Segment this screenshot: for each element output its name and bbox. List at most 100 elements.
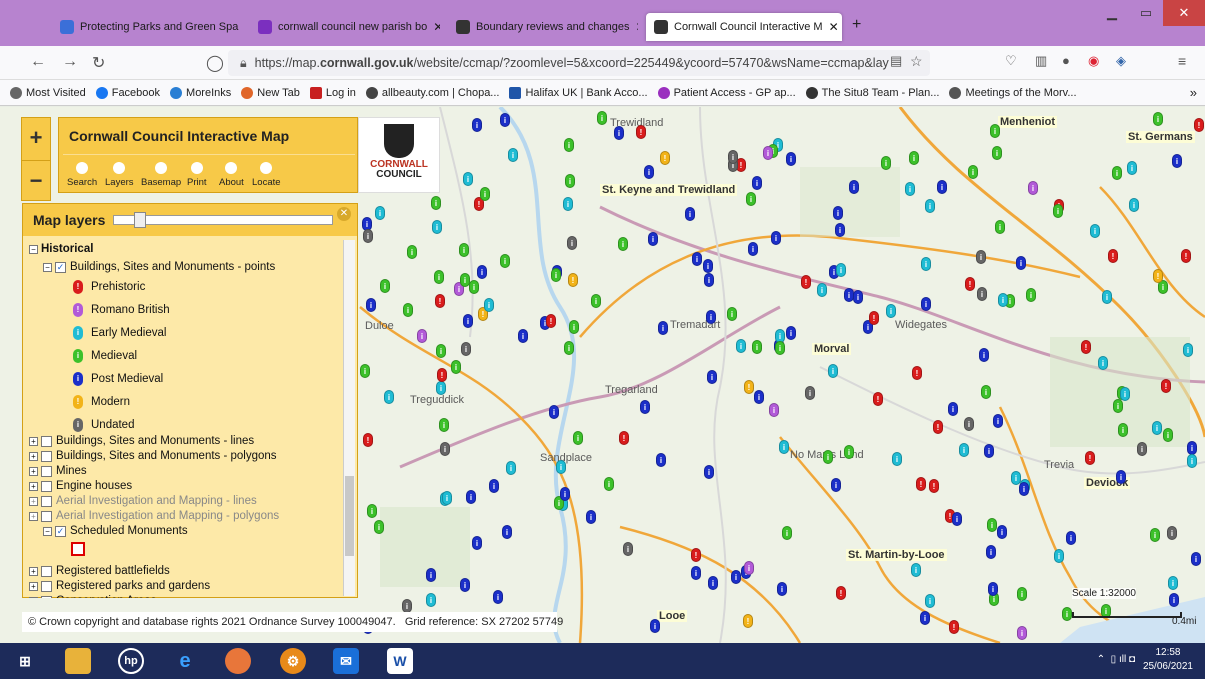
monument-marker[interactable]: i	[844, 288, 854, 302]
monument-marker[interactable]: i	[763, 146, 773, 160]
menu-icon[interactable]: ≡	[1178, 53, 1186, 69]
monument-marker[interactable]: i	[506, 461, 516, 475]
monument-marker[interactable]: i	[775, 341, 785, 355]
monument-marker[interactable]: !	[619, 431, 629, 445]
expand-icon[interactable]: +	[29, 436, 38, 446]
monument-marker[interactable]: !	[568, 273, 578, 287]
monument-marker[interactable]: i	[569, 320, 579, 334]
monument-marker[interactable]: i	[836, 263, 846, 277]
monument-marker[interactable]: i	[403, 303, 413, 317]
monument-marker[interactable]: i	[500, 254, 510, 268]
monument-marker[interactable]: i	[786, 326, 796, 340]
monument-marker[interactable]: i	[1150, 528, 1160, 542]
monument-marker[interactable]: i	[1098, 356, 1108, 370]
monument-marker[interactable]: !	[363, 433, 373, 447]
monument-marker[interactable]: i	[984, 444, 994, 458]
monument-marker[interactable]: i	[992, 146, 1002, 160]
monument-marker[interactable]: i	[706, 310, 716, 324]
monument-marker[interactable]: i	[472, 536, 482, 550]
reload-button[interactable]: ↻	[92, 53, 105, 73]
bookmark-item[interactable]: MoreInks	[170, 86, 231, 99]
monument-marker[interactable]: i	[461, 342, 471, 356]
monument-marker[interactable]: i	[925, 594, 935, 608]
monument-marker[interactable]: !	[660, 151, 670, 165]
monument-marker[interactable]: i	[779, 440, 789, 454]
monument-marker[interactable]: i	[567, 236, 577, 250]
monument-marker[interactable]: !	[965, 277, 975, 291]
expand-icon[interactable]: +	[29, 511, 38, 521]
hp-icon[interactable]: hp	[118, 648, 144, 674]
monument-marker[interactable]: i	[828, 364, 838, 378]
monument-marker[interactable]: i	[426, 593, 436, 607]
reader-view-icon[interactable]: ▤	[890, 53, 902, 69]
monument-marker[interactable]: i	[551, 268, 561, 282]
monument-marker[interactable]: i	[823, 450, 833, 464]
monument-marker[interactable]: !	[1194, 118, 1204, 132]
checkbox[interactable]	[41, 565, 52, 577]
bookmark-item[interactable]: New Tab	[241, 86, 300, 99]
monument-marker[interactable]: i	[1172, 154, 1182, 168]
close-icon[interactable]: ✕	[829, 20, 839, 34]
checkbox-checked[interactable]: ✓	[55, 525, 66, 537]
monument-marker[interactable]: i	[402, 599, 412, 613]
checkbox[interactable]	[41, 510, 52, 522]
scrollbar[interactable]	[343, 240, 355, 596]
monument-marker[interactable]: i	[440, 442, 450, 456]
monument-marker[interactable]: i	[744, 561, 754, 575]
monument-marker[interactable]: i	[565, 174, 575, 188]
monument-marker[interactable]: i	[614, 126, 624, 140]
zoom-in-button[interactable]: +	[22, 118, 50, 160]
monument-marker[interactable]: i	[1053, 204, 1063, 218]
monument-marker[interactable]: i	[1112, 166, 1122, 180]
monument-marker[interactable]: i	[367, 504, 377, 518]
monument-marker[interactable]: i	[905, 182, 915, 196]
monument-marker[interactable]: i	[1102, 290, 1112, 304]
monument-marker[interactable]: i	[921, 297, 931, 311]
monument-marker[interactable]: i	[920, 611, 930, 625]
monument-marker[interactable]: i	[1120, 387, 1130, 401]
file-explorer-icon[interactable]	[65, 648, 91, 674]
bookmark-item[interactable]: Patient Access - GP ap...	[657, 86, 796, 99]
monument-marker[interactable]: i	[731, 570, 741, 584]
expand-icon[interactable]: +	[29, 566, 38, 576]
monument-marker[interactable]: i	[1152, 421, 1162, 435]
settings-icon[interactable]: ⚙	[280, 648, 306, 674]
monument-marker[interactable]: i	[786, 152, 796, 166]
close-icon[interactable]: ✕	[337, 207, 351, 221]
monument-marker[interactable]: i	[1116, 470, 1126, 484]
clock[interactable]: 12:58 25/06/2021	[1143, 646, 1193, 674]
monument-marker[interactable]: i	[881, 156, 891, 170]
address-bar[interactable]: 🔒︎ https://map. cornwall.gov.uk/website/c…	[228, 50, 930, 76]
monument-marker[interactable]: i	[500, 113, 510, 127]
monument-marker[interactable]: i	[1167, 526, 1177, 540]
checkbox[interactable]	[41, 465, 52, 477]
monument-marker[interactable]: i	[1153, 112, 1163, 126]
monument-marker[interactable]: i	[623, 542, 633, 556]
monument-marker[interactable]: i	[360, 364, 370, 378]
bookmark-item[interactable]: allbeauty.com | Chopa...	[365, 86, 499, 99]
monument-marker[interactable]: i	[728, 150, 738, 164]
monument-marker[interactable]: i	[597, 111, 607, 125]
browser-tab[interactable]: Boundary reviews and changes ✕	[448, 13, 638, 41]
checkbox[interactable]	[41, 450, 52, 462]
layers-tool[interactable]: Layers	[105, 162, 134, 188]
shield-icon[interactable]: ◯	[206, 53, 224, 73]
checkbox[interactable]	[41, 495, 52, 507]
close-icon[interactable]: ✕	[433, 20, 440, 34]
monument-marker[interactable]: i	[656, 453, 666, 467]
monument-marker[interactable]: i	[853, 290, 863, 304]
monument-marker[interactable]: i	[1127, 161, 1137, 175]
monument-marker[interactable]: i	[556, 460, 566, 474]
expand-icon[interactable]: +	[29, 581, 38, 591]
monument-marker[interactable]: i	[1113, 399, 1123, 413]
collapse-icon[interactable]: −	[43, 526, 52, 536]
monument-marker[interactable]: i	[573, 431, 583, 445]
monument-marker[interactable]: i	[426, 568, 436, 582]
monument-marker[interactable]: i	[748, 242, 758, 256]
monument-marker[interactable]: i	[981, 385, 991, 399]
monument-marker[interactable]: i	[704, 273, 714, 287]
monument-marker[interactable]: i	[952, 512, 962, 526]
account-icon[interactable]: ●	[1062, 53, 1070, 68]
monument-marker[interactable]: i	[911, 563, 921, 577]
monument-marker[interactable]: i	[993, 414, 1003, 428]
